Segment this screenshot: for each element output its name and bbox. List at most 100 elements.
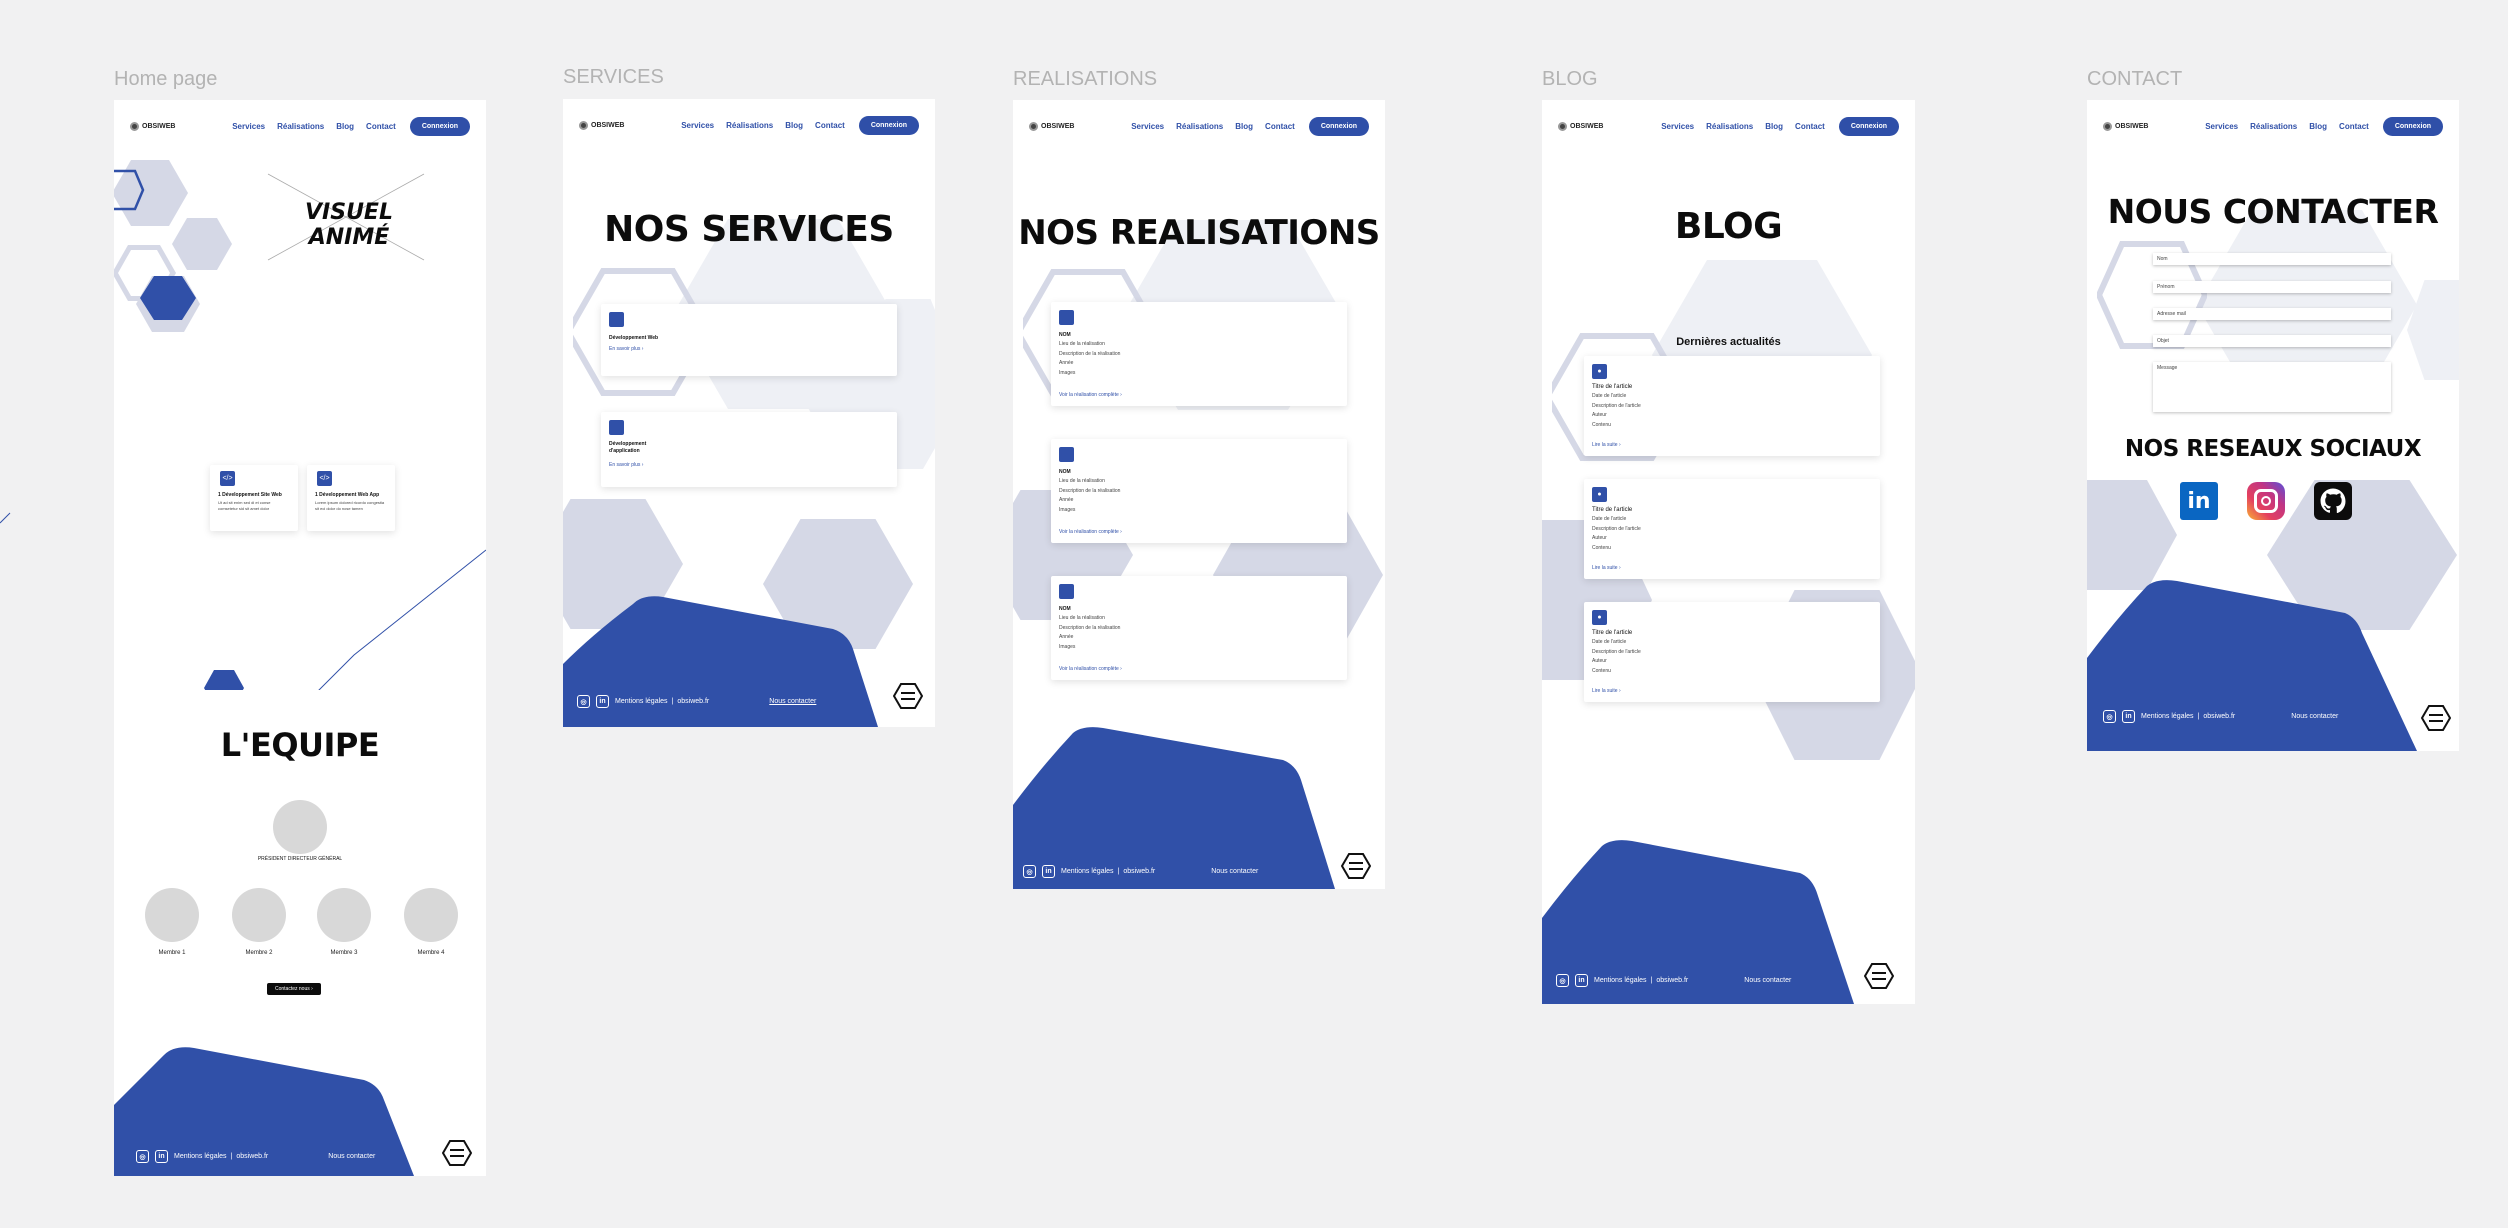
instagram-icon[interactable]: ◎	[2103, 710, 2116, 723]
service-icon	[609, 312, 624, 327]
article-line: Date de l'article	[1592, 639, 1627, 645]
nav-contact[interactable]: Contact	[366, 122, 396, 131]
footer-contact[interactable]: Nous contacter	[1211, 868, 1258, 875]
footer-contact[interactable]: Nous contacter	[769, 698, 816, 705]
article-line: Auteur	[1592, 658, 1607, 664]
service-card-text: Ut ad sit enim sed di et conse comsetetu…	[218, 500, 271, 511]
service-card[interactable]: Développement d'application En savoir pl…	[601, 412, 897, 487]
nav-services[interactable]: Services	[1131, 122, 1164, 131]
read-more-link[interactable]: Lire la suite ›	[1592, 565, 1621, 571]
logo-icon	[2103, 121, 2112, 131]
footer-contact[interactable]: Nous contacter	[2291, 713, 2338, 720]
contact-cta-label: Contactez nous	[275, 986, 310, 992]
footer-site[interactable]: obsiweb.fr	[236, 1153, 268, 1160]
footer-site[interactable]: obsiweb.fr	[2203, 713, 2235, 720]
login-button[interactable]: Connexion	[1308, 116, 1369, 136]
email-field[interactable]: Adresse mail	[2153, 308, 2391, 320]
linkedin-icon[interactable]: in	[2122, 710, 2135, 723]
realisation-name: NOM	[1059, 332, 1071, 338]
nav-realisations[interactable]: Réalisations	[1706, 122, 1753, 131]
nav-blog[interactable]: Blog	[785, 121, 803, 130]
service-more-link[interactable]: En savoir plus ›	[609, 346, 643, 352]
linkedin-icon[interactable]: in	[1042, 865, 1055, 878]
realisation-link[interactable]: Voir la réalisation complète ›	[1059, 529, 1122, 535]
nav-realisations[interactable]: Réalisations	[1176, 122, 1223, 131]
logo-text: OBSIWEB	[1570, 122, 1604, 130]
realisation-card[interactable]: NOM Lieu de la réalisation Description d…	[1051, 439, 1347, 543]
service-card[interactable]: </> 1 Développement Site Web Ut ad sit e…	[210, 465, 298, 531]
nav-services[interactable]: Services	[681, 121, 714, 130]
instagram-icon[interactable]: ◎	[577, 695, 590, 708]
login-button[interactable]: Connexion	[858, 115, 919, 135]
instagram-icon[interactable]: ◎	[136, 1150, 149, 1163]
navbar: OBSIWEB Services Réalisations Blog Conta…	[579, 113, 919, 137]
name-field[interactable]: Nom	[2153, 253, 2391, 265]
footer-legal[interactable]: Mentions légales	[1061, 868, 1114, 875]
nav-blog[interactable]: Blog	[2309, 122, 2327, 131]
footer-legal[interactable]: Mentions légales	[174, 1153, 227, 1160]
message-field[interactable]: Message	[2153, 362, 2391, 412]
read-more-link[interactable]: Lire la suite ›	[1592, 442, 1621, 448]
nav-realisations[interactable]: Réalisations	[726, 121, 773, 130]
bg-hex	[2087, 480, 2177, 590]
article-line: Date de l'article	[1592, 516, 1627, 522]
service-card[interactable]: </> 1 Développement Web App Lorem ipsum …	[307, 465, 395, 531]
footer-contact[interactable]: Nous contacter	[328, 1153, 375, 1160]
nav-blog[interactable]: Blog	[1235, 122, 1253, 131]
service-more-link[interactable]: En savoir plus ›	[609, 462, 643, 468]
github-icon[interactable]	[2314, 482, 2352, 520]
nav-realisations[interactable]: Réalisations	[2250, 122, 2297, 131]
realisation-card[interactable]: NOM Lieu de la réalisation Description d…	[1051, 302, 1347, 406]
firstname-field[interactable]: Prénom	[2153, 281, 2391, 293]
subject-field[interactable]: Objet	[2153, 335, 2391, 347]
footer-site[interactable]: obsiweb.fr	[1656, 977, 1688, 984]
footer-legal[interactable]: Mentions légales	[1594, 977, 1647, 984]
blog-card[interactable]: ● Titre de l'article Date de l'article D…	[1584, 602, 1880, 702]
nav-services[interactable]: Services	[2205, 122, 2238, 131]
nav-blog[interactable]: Blog	[1765, 122, 1783, 131]
nav-services[interactable]: Services	[232, 122, 265, 131]
login-button[interactable]: Connexion	[409, 116, 470, 136]
footer-legal[interactable]: Mentions légales	[2141, 713, 2194, 720]
frame-title-services: SERVICES	[563, 66, 664, 88]
link-label: Lire la suite	[1592, 442, 1618, 448]
instagram-frame	[2254, 489, 2278, 513]
realisation-details: Lieu de la réalisation Description de la…	[1059, 340, 1120, 378]
login-button[interactable]: Connexion	[2382, 116, 2443, 136]
read-more-link[interactable]: Lire la suite ›	[1592, 688, 1621, 694]
logo[interactable]: OBSIWEB	[1558, 121, 1604, 131]
linkedin-icon[interactable]: in	[1575, 974, 1588, 987]
obsiweb-badge-icon	[1864, 963, 1894, 989]
service-card[interactable]: Développement Web En savoir plus ›	[601, 304, 897, 376]
nav-contact[interactable]: Contact	[815, 121, 845, 130]
logo[interactable]: OBSIWEB	[579, 120, 624, 130]
contact-cta-button[interactable]: Contactez nous ›	[267, 983, 321, 995]
nav-contact[interactable]: Contact	[2339, 122, 2369, 131]
linkedin-icon[interactable]: in	[596, 695, 609, 708]
nav-services[interactable]: Services	[1661, 122, 1694, 131]
instagram-icon[interactable]	[2247, 482, 2285, 520]
more-label: En savoir plus	[609, 346, 641, 352]
nav-realisations[interactable]: Réalisations	[277, 122, 324, 131]
footer-site[interactable]: obsiweb.fr	[677, 698, 709, 705]
logo[interactable]: OBSIWEB	[1029, 121, 1074, 131]
login-button[interactable]: Connexion	[1838, 116, 1899, 136]
linkedin-icon[interactable]: in	[2180, 482, 2218, 520]
nav-blog[interactable]: Blog	[336, 122, 354, 131]
logo[interactable]: OBSIWEB	[2103, 121, 2148, 131]
logo[interactable]: OBSIWEB	[130, 121, 175, 131]
realisation-link[interactable]: Voir la réalisation complète ›	[1059, 392, 1122, 398]
nav-contact[interactable]: Contact	[1265, 122, 1295, 131]
instagram-icon[interactable]: ◎	[1023, 865, 1036, 878]
realisation-card[interactable]: NOM Lieu de la réalisation Description d…	[1051, 576, 1347, 680]
linkedin-icon[interactable]: in	[155, 1150, 168, 1163]
realisation-link[interactable]: Voir la réalisation complète ›	[1059, 666, 1122, 672]
blog-card[interactable]: ● Titre de l'article Date de l'article D…	[1584, 479, 1880, 579]
footer-legal[interactable]: Mentions légales	[615, 698, 668, 705]
nav-contact[interactable]: Contact	[1795, 122, 1825, 131]
blog-card[interactable]: ● Titre de l'article Date de l'article D…	[1584, 356, 1880, 456]
blog-subtitle: Dernières actualités	[1676, 336, 1781, 348]
footer-site[interactable]: obsiweb.fr	[1123, 868, 1155, 875]
instagram-icon[interactable]: ◎	[1556, 974, 1569, 987]
footer-contact[interactable]: Nous contacter	[1744, 977, 1791, 984]
